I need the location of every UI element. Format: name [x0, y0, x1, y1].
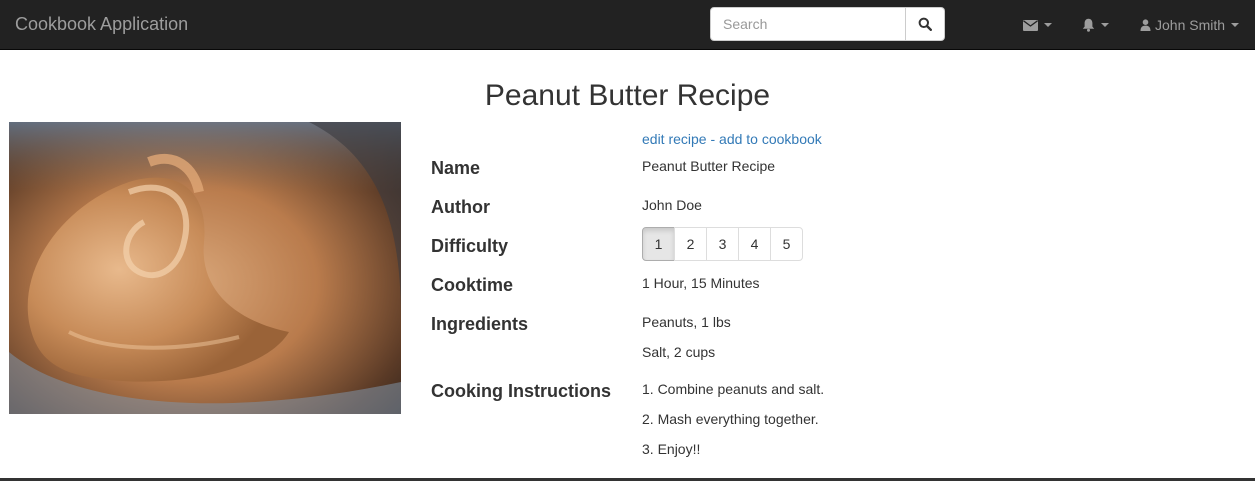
- chevron-down-icon: [1231, 23, 1240, 27]
- bell-icon: [1082, 18, 1095, 32]
- recipe-actions: edit recipe - add to cookbook: [642, 130, 822, 148]
- page-title: Peanut Butter Recipe: [484, 79, 771, 112]
- instruction-step: 1. Combine peanuts and salt.: [642, 381, 825, 397]
- search-icon: [918, 17, 932, 31]
- user-icon: [1140, 19, 1151, 31]
- navbar: Cookbook Application John Smith: [0, 0, 1255, 50]
- difficulty-option[interactable]: 1: [642, 227, 675, 261]
- user-dropdown[interactable]: John Smith: [1140, 0, 1240, 50]
- cooktime-label: Cooktime: [431, 275, 514, 295]
- recipe-name-value: Peanut Butter Recipe: [642, 158, 776, 174]
- messages-dropdown[interactable]: [1023, 0, 1052, 50]
- ingredients-label: Ingredients: [431, 314, 529, 334]
- envelope-icon: [1023, 19, 1038, 31]
- difficulty-label: Difficulty: [431, 236, 509, 256]
- author-value: John Doe: [642, 197, 702, 213]
- difficulty-option[interactable]: 5: [770, 227, 803, 261]
- name-label: Name: [431, 158, 481, 178]
- search-form: [710, 7, 945, 41]
- instructions-label: Cooking Instructions: [431, 381, 611, 401]
- search-button[interactable]: [906, 7, 945, 41]
- chevron-down-icon: [1044, 23, 1052, 27]
- instruction-step: 3. Enjoy!!: [642, 441, 701, 457]
- brand-link[interactable]: Cookbook Application: [15, 13, 188, 35]
- user-name: John Smith: [1155, 17, 1226, 33]
- difficulty-option[interactable]: 4: [738, 227, 771, 261]
- difficulty-selector: 1 2 3 4 5: [642, 227, 803, 261]
- search-input[interactable]: [710, 7, 906, 41]
- difficulty-option[interactable]: 3: [706, 227, 739, 261]
- add-to-cookbook-link[interactable]: add to cookbook: [719, 131, 822, 147]
- link-separator: -: [706, 131, 720, 147]
- ingredient-item: Peanuts, 1 lbs: [642, 314, 731, 330]
- notifications-dropdown[interactable]: [1082, 0, 1109, 50]
- ingredient-item: Salt, 2 cups: [642, 344, 716, 360]
- recipe-photo: [9, 122, 401, 414]
- edit-recipe-link[interactable]: edit recipe: [642, 131, 707, 147]
- chevron-down-icon: [1101, 23, 1109, 27]
- instruction-step: 2. Mash everything together.: [642, 411, 819, 427]
- author-label: Author: [431, 197, 490, 217]
- cooktime-value: 1 Hour, 15 Minutes: [642, 275, 760, 291]
- difficulty-option[interactable]: 2: [674, 227, 707, 261]
